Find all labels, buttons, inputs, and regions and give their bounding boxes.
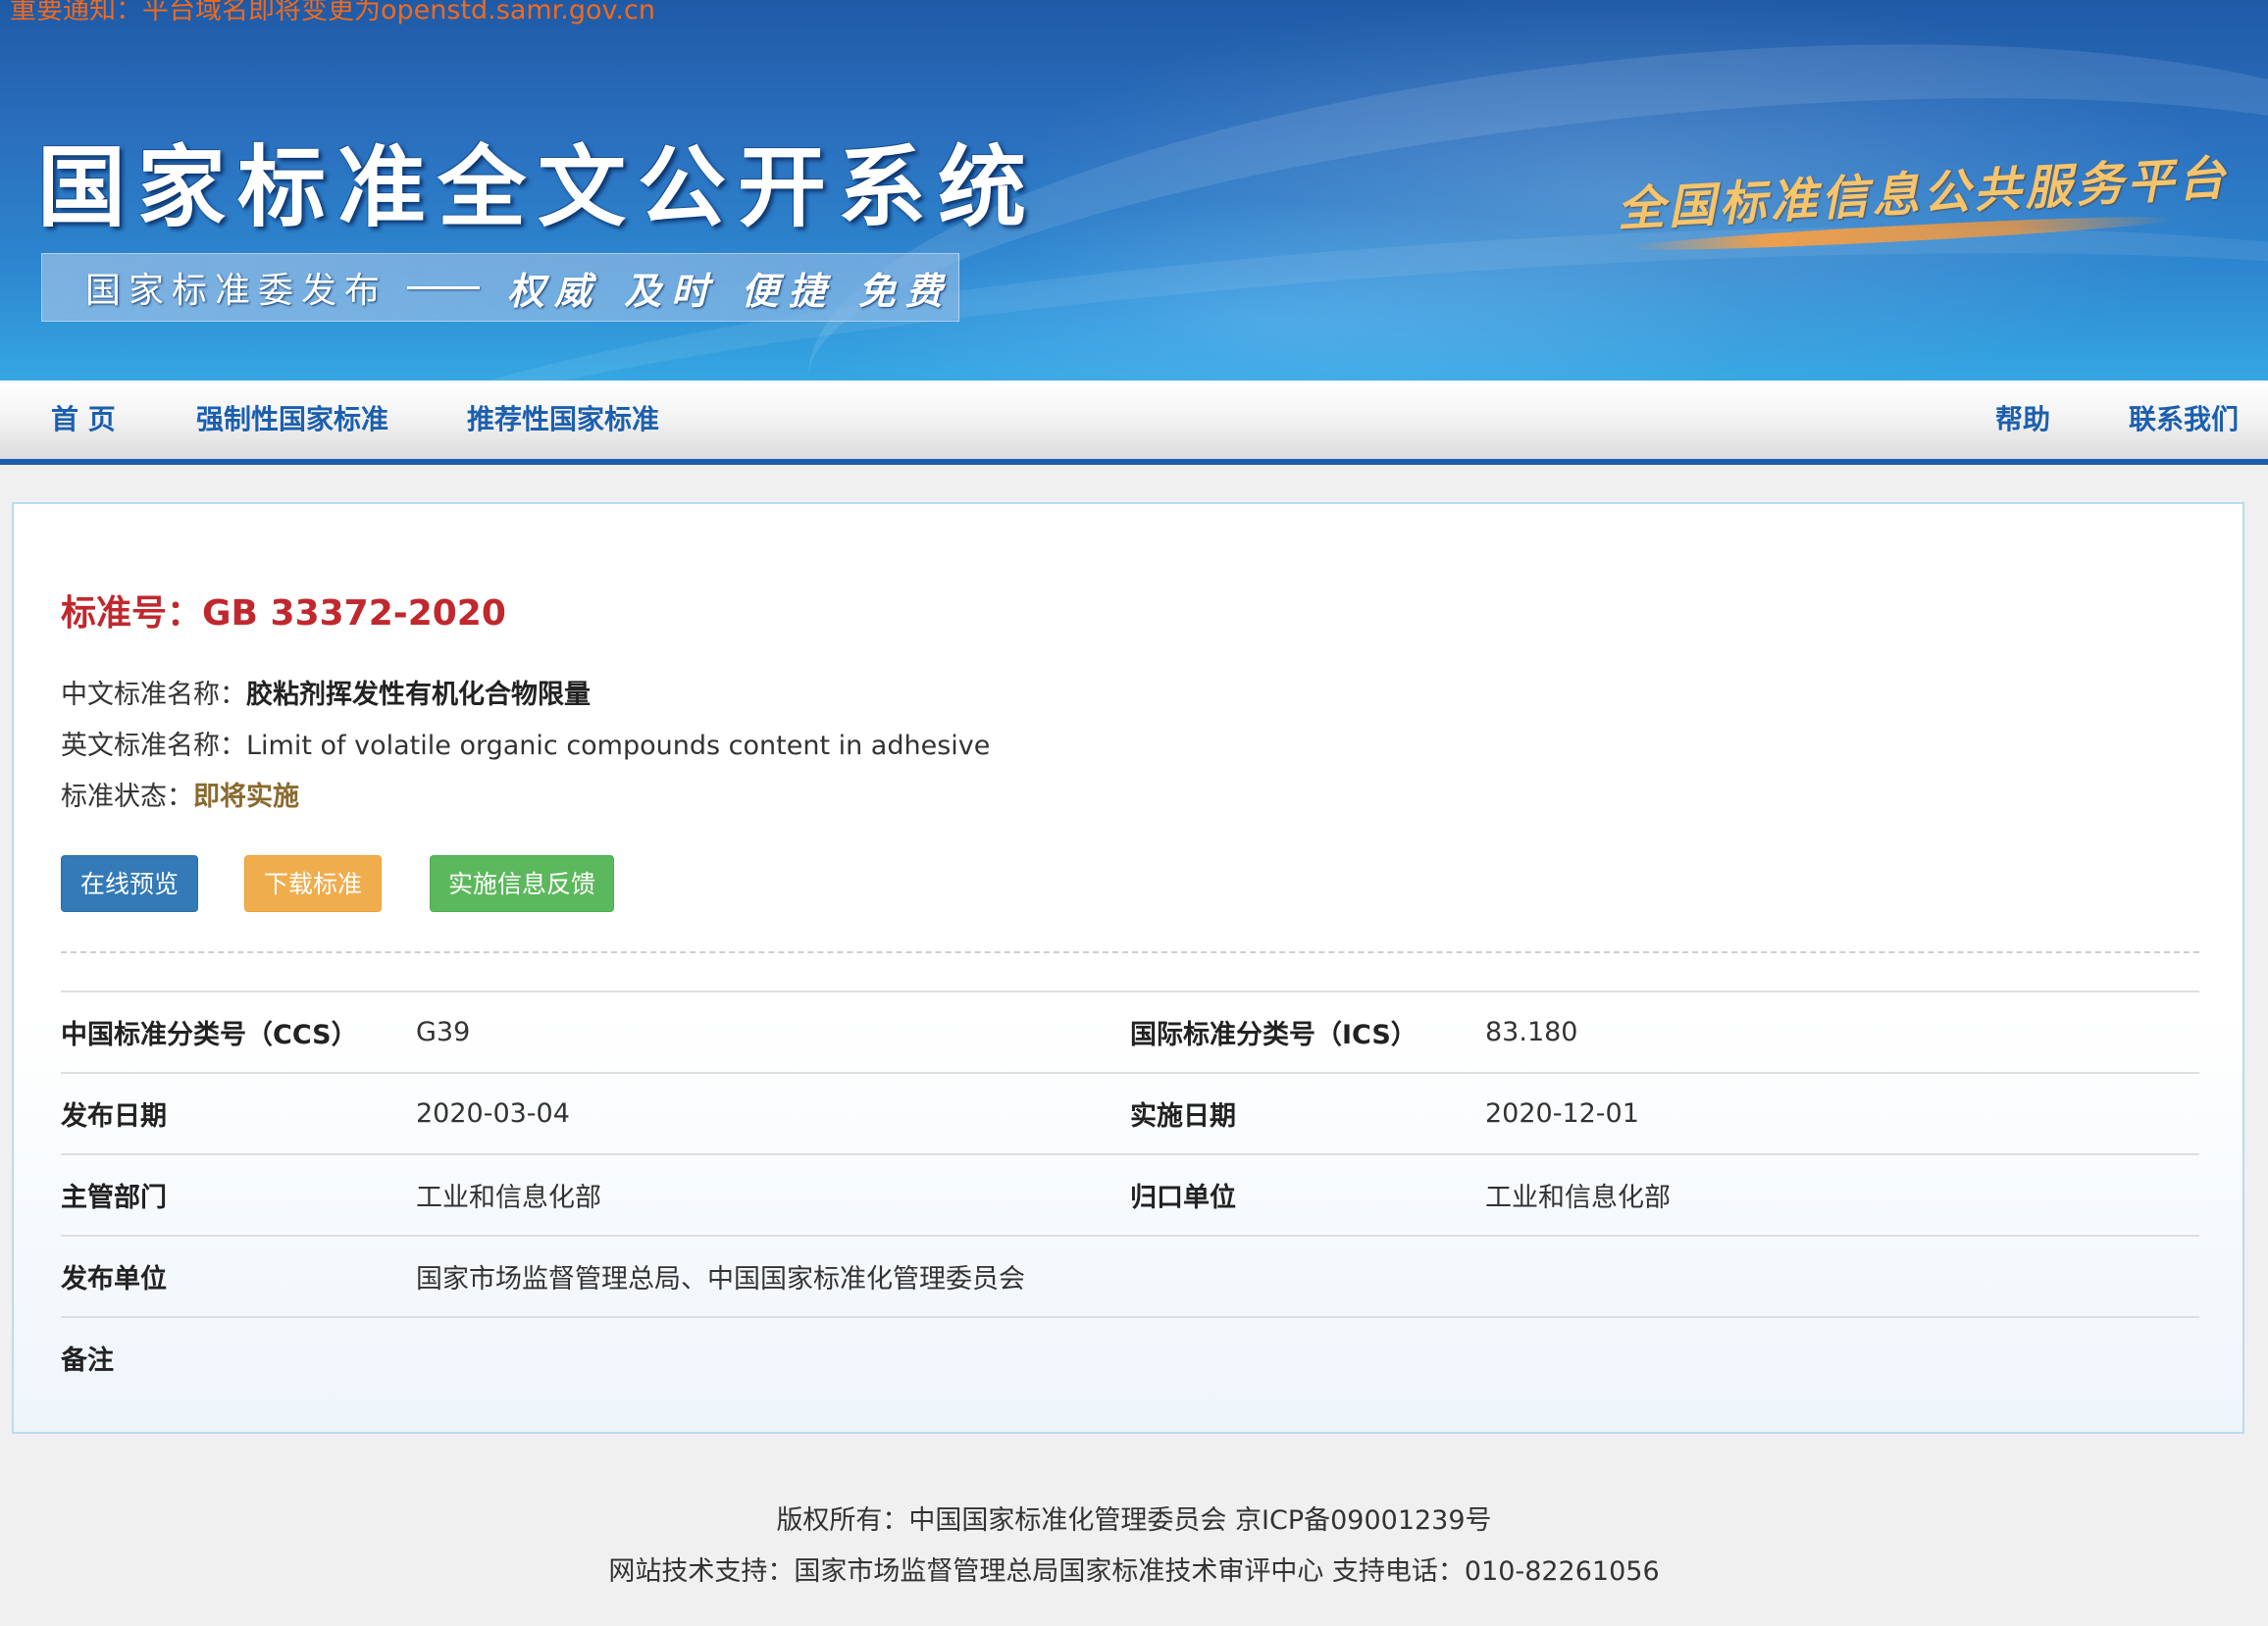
chinese-name-row: 中文标准名称：胶粘剂挥发性有机化合物限量 [61, 673, 591, 711]
ics-label: 国际标准分类号（ICS） [1130, 991, 1485, 1073]
department-label: 主管部门 [61, 1153, 416, 1236]
nav-home[interactable]: 首 页 [51, 381, 116, 459]
nav-contact-us[interactable]: 联系我们 [2129, 381, 2239, 459]
implement-date-value: 2020-12-01 [1485, 1072, 2199, 1154]
publisher-value: 国家市场监督管理总局、中国国家标准化管理委员会 [416, 1235, 2199, 1317]
chinese-name-label: 中文标准名称： [61, 680, 246, 710]
online-preview-button[interactable]: 在线预览 [61, 855, 198, 912]
implementation-feedback-button[interactable]: 实施信息反馈 [430, 855, 614, 912]
remarks-label: 备注 [61, 1316, 416, 1397]
footer-tech-support: 网站技术支持：国家市场监督管理总局国家标准技术审评中心 支持电话：010-822… [608, 1556, 1660, 1587]
ics-value: 83.180 [1485, 991, 2199, 1073]
site-title: 国家标准全文公开系统 [37, 135, 1038, 239]
table-row: 备注 [61, 1316, 2199, 1397]
table-row: 主管部门 工业和信息化部 归口单位 工业和信息化部 [61, 1153, 2199, 1236]
standard-metadata-table: 中国标准分类号（CCS） G39 国际标准分类号（ICS） 83.180 发布日… [61, 991, 2199, 1397]
affiliation-value: 工业和信息化部 [1485, 1153, 2199, 1236]
ccs-value: G39 [416, 991, 1130, 1073]
table-row: 中国标准分类号（CCS） G39 国际标准分类号（ICS） 83.180 [61, 991, 2199, 1073]
slogan-dash [407, 285, 481, 289]
department-value: 工业和信息化部 [416, 1153, 1130, 1236]
nav-mandatory-standards[interactable]: 强制性国家标准 [196, 381, 388, 459]
dashed-divider [61, 951, 2199, 953]
ccs-label: 中国标准分类号（CCS） [61, 991, 416, 1073]
nav-recommended-standards[interactable]: 推荐性国家标准 [467, 381, 659, 459]
english-name-value: Limit of volatile organic compounds cont… [246, 731, 991, 761]
standard-detail-card: 标准号：GB 33372-2020 中文标准名称：胶粘剂挥发性有机化合物限量 英… [12, 502, 2244, 1434]
chinese-name-value: 胶粘剂挥发性有机化合物限量 [246, 680, 591, 710]
english-name-row: 英文标准名称：Limit of volatile organic compoun… [61, 724, 990, 762]
slogan-publisher: 国家标准委发布 [85, 271, 388, 311]
slogan-box: 国家标准委发布 权威 及时 便捷 免费 [41, 253, 959, 322]
status-row: 标准状态：即将实施 [61, 775, 299, 813]
implement-date-label: 实施日期 [1130, 1072, 1485, 1154]
publisher-label: 发布单位 [61, 1235, 416, 1317]
affiliation-label: 归口单位 [1130, 1153, 1485, 1236]
remarks-value [416, 1316, 2199, 1397]
status-label: 标准状态： [61, 782, 193, 812]
table-row: 发布日期 2020-03-04 实施日期 2020-12-01 [61, 1072, 2199, 1154]
publish-date-label: 发布日期 [61, 1072, 416, 1154]
notice-banner[interactable]: 重要通知：平台域名即将变更为openstd.samr.gov.cn [10, 0, 655, 26]
table-row: 发布单位 国家市场监督管理总局、中国国家标准化管理委员会 [61, 1235, 2199, 1317]
standard-number-title: 标准号：GB 33372-2020 [61, 593, 506, 634]
main-nav: 首 页 强制性国家标准 推荐性国家标准 帮助 联系我们 [0, 381, 2268, 465]
english-name-label: 英文标准名称： [61, 731, 246, 761]
site-banner: 重要通知：平台域名即将变更为openstd.samr.gov.cn 国家标准全文… [0, 0, 2268, 381]
publish-date-value: 2020-03-04 [416, 1072, 1130, 1154]
footer-copyright: 版权所有：中国国家标准化管理委员会 京ICP备09001239号 [776, 1505, 1492, 1536]
nav-help[interactable]: 帮助 [1995, 381, 2050, 459]
download-standard-button[interactable]: 下载标准 [244, 855, 382, 912]
slogan-motto: 权威 及时 便捷 免费 [507, 268, 953, 313]
status-badge: 即将实施 [193, 782, 299, 812]
